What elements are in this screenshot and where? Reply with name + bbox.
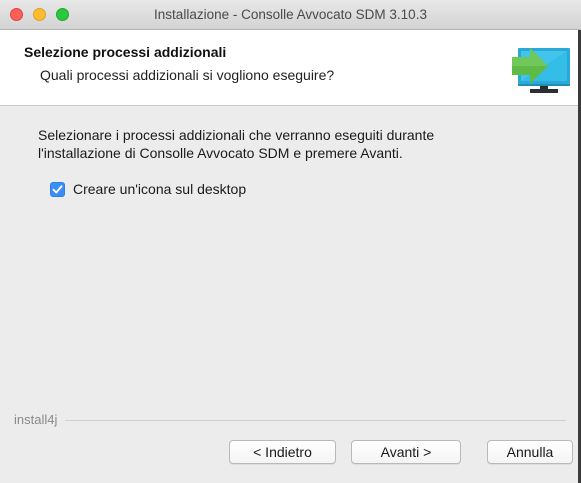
page-title: Selezione processi addizionali bbox=[24, 44, 227, 60]
installer-window: Installazione - Consolle Avvocato SDM 3.… bbox=[0, 0, 581, 483]
instructions-line-1: Selezionare i processi addizionali che v… bbox=[38, 127, 435, 143]
install4j-brand: install4j bbox=[14, 412, 66, 427]
desktop-icon-checkbox[interactable] bbox=[50, 181, 65, 197]
checkmark-icon bbox=[52, 184, 63, 193]
page-subtitle: Quali processi addizionali si vogliono e… bbox=[40, 67, 335, 83]
footer-divider bbox=[14, 420, 566, 421]
header-panel: Selezione processi addizionali Quali pro… bbox=[0, 30, 581, 106]
desktop-icon-label: Creare un'icona sul desktop bbox=[73, 181, 247, 197]
instructions-line-2: l'installazione di Consolle Avvocato SDM… bbox=[38, 145, 403, 161]
instructions-text: Selezionare i processi addizionali che v… bbox=[38, 126, 558, 162]
content-panel: Selezionare i processi addizionali che v… bbox=[0, 107, 581, 407]
monitor-arrow-icon bbox=[512, 48, 570, 93]
title-bar[interactable]: Installazione - Consolle Avvocato SDM 3.… bbox=[0, 0, 581, 30]
next-button[interactable]: Avanti > bbox=[351, 440, 461, 464]
branding-row: install4j bbox=[0, 412, 581, 428]
window-title: Installazione - Consolle Avvocato SDM 3.… bbox=[154, 7, 427, 22]
cancel-button[interactable]: Annulla bbox=[487, 440, 573, 464]
back-button[interactable]: < Indietro bbox=[229, 440, 336, 464]
desktop-icon-option[interactable]: Creare un'icona sul desktop bbox=[50, 180, 246, 198]
